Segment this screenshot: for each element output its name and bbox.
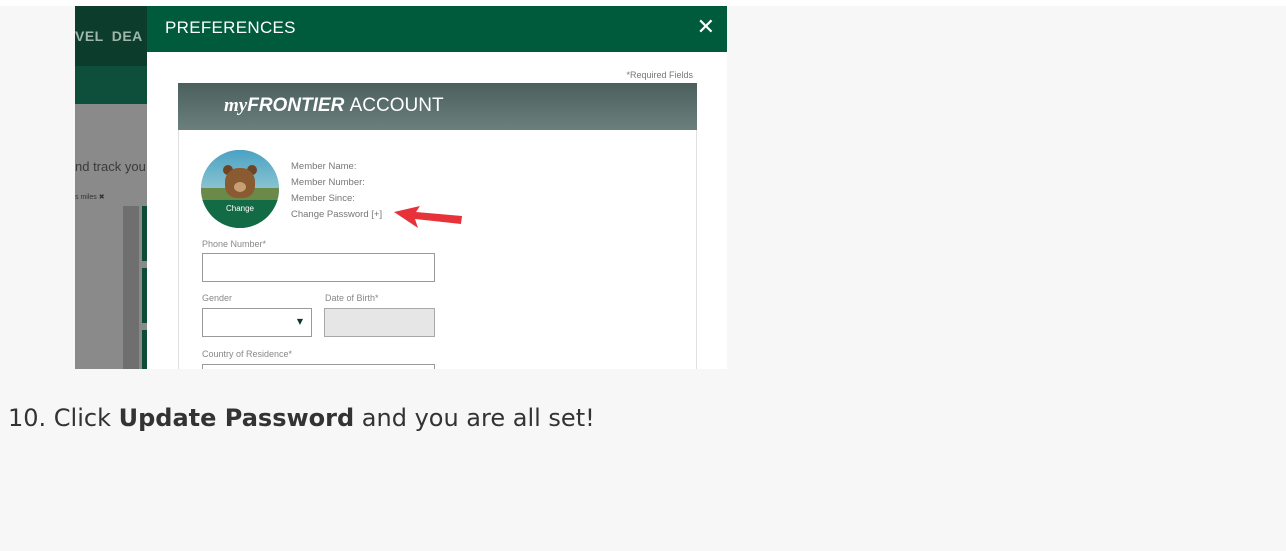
account-title: myFRONTIER ACCOUNT: [224, 95, 444, 117]
account-title-frontier: FRONTIER: [247, 95, 345, 116]
phone-number-input[interactable]: [202, 253, 435, 282]
change-password-link[interactable]: Change Password [+]: [291, 207, 382, 223]
background-column: [123, 206, 139, 369]
phone-number-label: Phone Number*: [202, 239, 267, 249]
modal-header: PREFERENCES ✕: [147, 6, 727, 52]
background-text: nd track you: [75, 159, 146, 174]
background-nav-item: DEA: [111, 28, 143, 44]
background-bar: [75, 66, 147, 104]
screenshot: VEL DEA nd track you s miles ✖ PREFERENCE…: [75, 6, 727, 369]
bear-snout-icon: [234, 182, 246, 192]
page: VEL DEA nd track you s miles ✖ PREFERENCE…: [0, 0, 1286, 551]
country-label: Country of Residence*: [202, 349, 293, 359]
close-icon[interactable]: ✕: [697, 16, 715, 40]
member-info: Member Name: Member Number: Member Since…: [291, 159, 382, 223]
background-nav-item: VEL: [75, 28, 104, 44]
country-select[interactable]: [202, 364, 435, 369]
member-name-label: Member Name:: [291, 161, 357, 172]
account-title-my: my: [224, 95, 248, 116]
member-number-label: Member Number:: [291, 177, 365, 188]
gender-select[interactable]: ▼: [202, 308, 312, 337]
caption-bold: Update Password: [118, 404, 355, 432]
red-arrow-icon: [394, 206, 462, 228]
gender-label: Gender: [202, 293, 233, 303]
caption-suffix: and you are all set!: [354, 404, 595, 432]
avatar[interactable]: Change: [201, 150, 279, 228]
modal-title: PREFERENCES: [165, 18, 296, 37]
avatar-change-button[interactable]: Change: [201, 204, 279, 213]
date-of-birth-input[interactable]: [324, 308, 435, 337]
background-nav: VEL DEA: [75, 28, 151, 44]
background-small-text: s miles ✖: [75, 194, 105, 201]
required-fields-note: *Required Fields: [626, 70, 693, 80]
chevron-down-icon: ▼: [296, 317, 303, 326]
caption-prefix: 10. Click: [8, 404, 119, 432]
member-since-label: Member Since:: [291, 193, 355, 204]
preferences-modal: PREFERENCES ✕ *Required Fields myFRONTIE…: [147, 6, 727, 369]
account-banner: myFRONTIER ACCOUNT: [178, 83, 697, 130]
account-title-account: ACCOUNT: [349, 95, 444, 116]
date-of-birth-label: Date of Birth*: [325, 293, 379, 303]
instruction-caption: 10. Click Update Password and you are al…: [8, 404, 595, 432]
